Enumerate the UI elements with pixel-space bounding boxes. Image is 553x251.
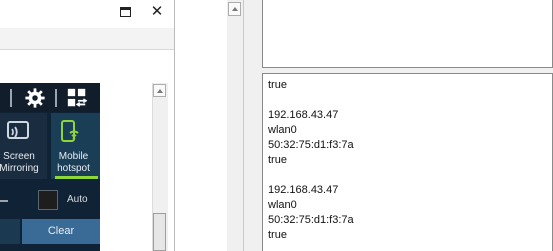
gear-icon[interactable] [24, 87, 46, 109]
button-row: Clear [0, 219, 100, 244]
quick-settings-panel: Screen Mirroring Mobile hotspot Auto Cle… [0, 83, 100, 251]
log-line: 192.168.43.47 [268, 109, 339, 121]
left-button[interactable] [0, 219, 20, 244]
auto-checkbox[interactable] [38, 190, 58, 210]
log-line: 50:32:75:d1:f3:7a [268, 139, 354, 151]
output-textbox[interactable]: true 192.168.43.47 wlan0 50:32:75:d1:f3:… [262, 73, 553, 251]
grid-icon[interactable] [66, 87, 88, 109]
scrollbar-thumb[interactable] [153, 213, 166, 251]
tile-label: hotspot [57, 163, 90, 174]
window-toolbar [0, 28, 175, 49]
splitter[interactable] [244, 0, 261, 251]
separator [10, 89, 12, 107]
vertical-scrollbar[interactable] [227, 0, 243, 251]
arrow-up-icon [157, 89, 163, 93]
hotspot-icon [61, 120, 79, 142]
log-line: true [268, 79, 287, 91]
log-line: 50:32:75:d1:f3:7a [268, 214, 354, 226]
log-line: wlan0 [268, 199, 297, 211]
auto-label: Auto [67, 194, 88, 205]
close-icon[interactable]: ✕ [149, 2, 165, 22]
scroll-up-button[interactable] [228, 2, 241, 16]
separator [55, 89, 57, 107]
brightness-slider[interactable] [0, 200, 8, 202]
scroll-up-button[interactable] [153, 84, 166, 97]
cast-icon [7, 121, 29, 139]
tile-label: Mirroring [0, 163, 39, 174]
brightness-row: Auto [0, 184, 100, 216]
log-line: true [268, 229, 287, 241]
tile-label: Screen [3, 151, 35, 162]
arrow-up-icon [232, 7, 238, 11]
tile-screen-mirroring[interactable]: Screen Mirroring [0, 113, 47, 179]
clear-button[interactable]: Clear [22, 219, 100, 244]
log-lines: true 192.168.43.47 wlan0 50:32:75:d1:f3:… [268, 78, 354, 243]
log-line: 192.168.43.47 [268, 184, 339, 196]
emulator-window: ✕ Screen Mirroring Mobile hotspot Auto C… [0, 0, 175, 251]
active-indicator [55, 176, 98, 179]
tile-label: Mobile [58, 151, 89, 162]
log-line: wlan0 [268, 124, 297, 136]
content-area [175, 0, 227, 251]
maximize-icon[interactable] [120, 7, 131, 17]
output-textbox-top[interactable] [262, 0, 553, 68]
window-titlebar: ✕ [0, 0, 175, 28]
log-line: true [268, 154, 287, 166]
divider [0, 49, 175, 50]
tile-mobile-hotspot[interactable]: Mobile hotspot [51, 113, 100, 179]
quick-settings-toolbar [0, 83, 100, 112]
